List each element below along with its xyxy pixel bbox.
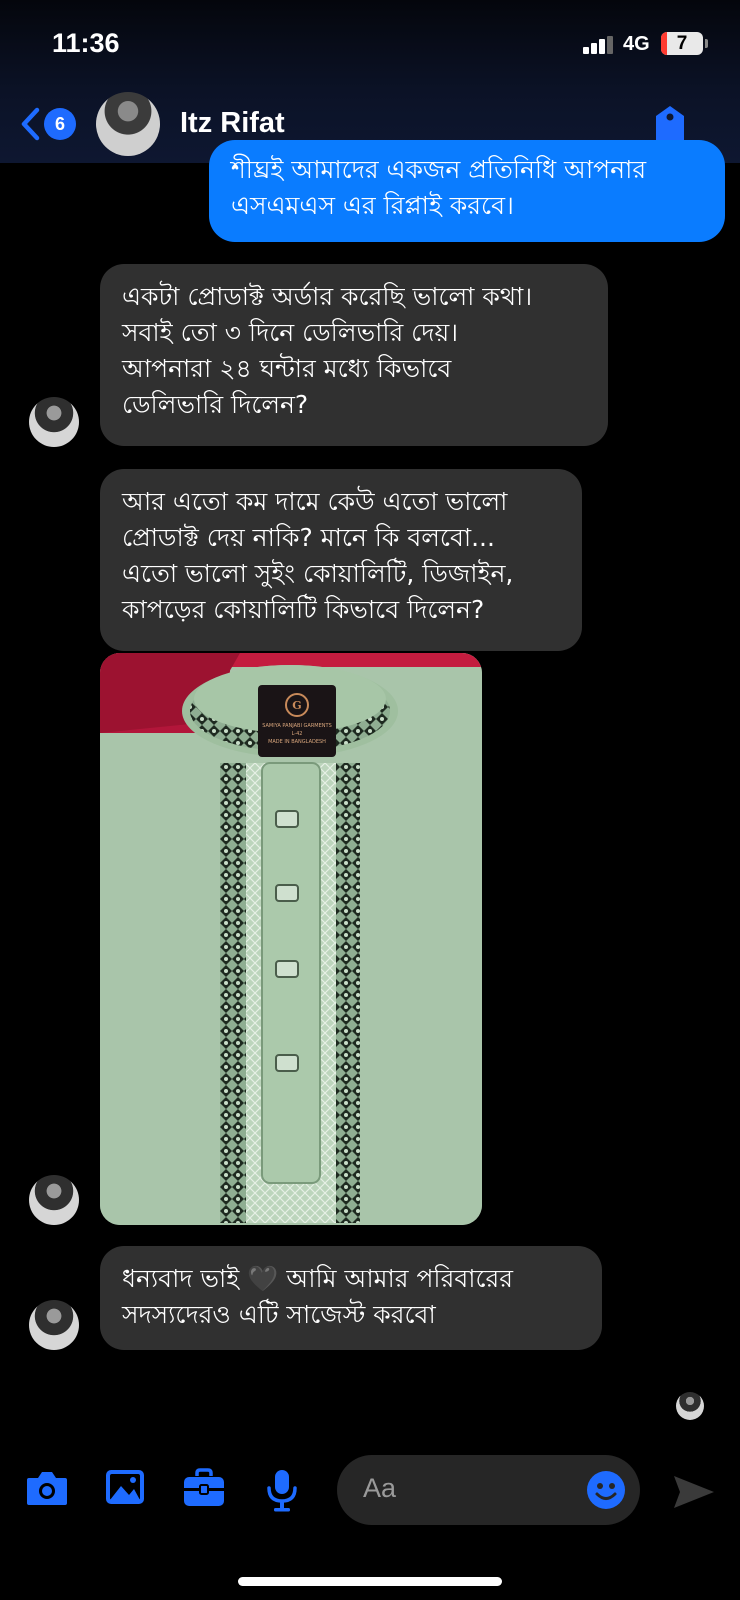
- emoji-button[interactable]: [586, 1470, 626, 1514]
- message-line: কাপড়ের কোয়ালিটি কিভাবে দিলেন?: [122, 595, 485, 624]
- back-button[interactable]: 6: [20, 104, 80, 144]
- incoming-message[interactable]: আর এতো কম দামে কেউ এতো ভালো প্রোডাক্ট দে…: [100, 469, 582, 651]
- message-line: সবাই তো ৩ দিনে ডেলিভারি দেয়।: [122, 318, 459, 347]
- message-line: এতো ভালো সুইং কোয়ালিটি, ডিজাইন,: [122, 559, 514, 588]
- incoming-message[interactable]: একটা প্রোডাক্ট অর্ডার করেছি ভালো কথা। সব…: [100, 264, 608, 446]
- message-line: প্রোডাক্ট দেয় নাকি? মানে কি বলবো...: [122, 523, 495, 552]
- seen-indicator-avatar: [676, 1392, 704, 1420]
- message-input-placeholder: Aa: [363, 1473, 397, 1503]
- contact-name[interactable]: Itz Rifat: [180, 107, 285, 140]
- smiley-icon: [587, 1471, 625, 1509]
- battery-level: 7: [676, 33, 688, 54]
- briefcase-button[interactable]: [182, 1468, 226, 1512]
- sender-avatar[interactable]: [29, 397, 79, 447]
- message-line: আর এতো কম দামে কেউ এতো ভালো: [122, 487, 508, 516]
- panjabi-photo: G SAMIYA PANJABI GARMENTS L-42 MADE IN B…: [100, 653, 482, 1225]
- message-line: সদস্যদেরও এটি সাজেস্ট করবো: [122, 1300, 436, 1329]
- photo-attachment[interactable]: G SAMIYA PANJABI GARMENTS L-42 MADE IN B…: [100, 653, 482, 1225]
- battery-icon: 7: [661, 32, 703, 55]
- sender-avatar[interactable]: [29, 1175, 79, 1225]
- message-line: ধন্যবাদ ভাই 🖤 আমি আমার পরিবারের: [122, 1264, 514, 1293]
- camera-icon: [27, 1472, 67, 1505]
- label-size: L-42: [292, 731, 303, 737]
- home-indicator[interactable]: [238, 1577, 502, 1586]
- svg-text:G: G: [292, 699, 301, 712]
- message-line: ডেলিভারি দিলেন?: [122, 390, 309, 419]
- battery-tip: [705, 39, 708, 48]
- incoming-message[interactable]: ধন্যবাদ ভাই 🖤 আমি আমার পরিবারের সদস্যদের…: [100, 1246, 602, 1350]
- send-icon: [674, 1476, 714, 1508]
- briefcase-icon: [184, 1468, 224, 1506]
- camera-button[interactable]: [25, 1468, 69, 1512]
- unread-badge: 6: [44, 108, 76, 140]
- gallery-button[interactable]: [104, 1468, 146, 1510]
- message-line: শীঘ্রই আমাদের একজন প্রতিনিধি আপনার: [231, 155, 647, 184]
- label-origin: MADE IN BANGLADESH: [268, 739, 326, 745]
- microphone-icon: [267, 1470, 297, 1512]
- message-line: এসএমএস এর রিপ্লাই করবে।: [231, 191, 514, 220]
- outgoing-message[interactable]: শীঘ্রই আমাদের একজন প্রতিনিধি আপনার এসএমএ…: [209, 140, 725, 242]
- signal-icon: [583, 36, 615, 54]
- image-icon: [106, 1470, 144, 1504]
- message-line: একটা প্রোডাক্ট অর্ডার করেছি ভালো কথা।: [122, 282, 533, 311]
- message-input[interactable]: Aa: [337, 1455, 640, 1525]
- chevron-left-icon: [21, 107, 40, 141]
- label-brand: SAMIYA PANJABI GARMENTS: [262, 723, 332, 729]
- status-time: 11:36: [52, 28, 120, 58]
- send-button[interactable]: [672, 1472, 716, 1516]
- sender-avatar[interactable]: [29, 1300, 79, 1350]
- network-type: 4G: [623, 33, 650, 55]
- contact-avatar[interactable]: [96, 92, 160, 156]
- mic-button[interactable]: [266, 1468, 298, 1516]
- message-line: আপনারা ২৪ ঘন্টার মধ্যে কিভাবে: [122, 354, 452, 383]
